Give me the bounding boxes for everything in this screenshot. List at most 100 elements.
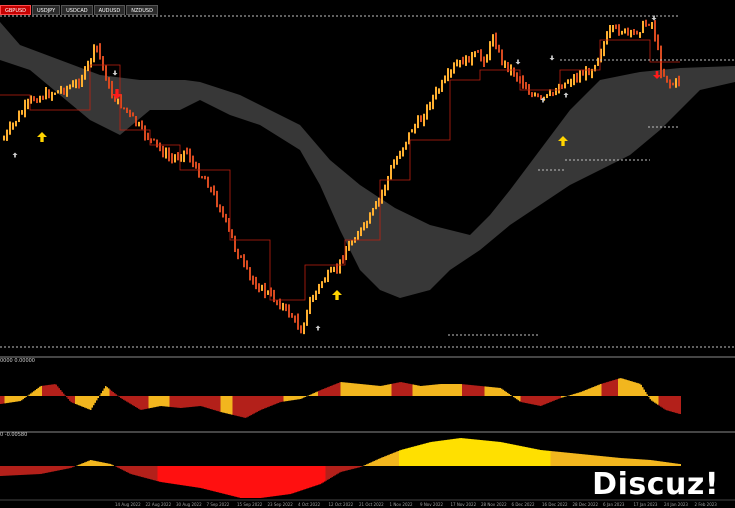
watermark-logo: Discuz! — [592, 467, 719, 502]
histogram-bar — [67, 466, 69, 469]
histogram-bar — [253, 466, 255, 498]
candle — [153, 138, 155, 141]
small-arrow-icon — [549, 55, 555, 61]
histogram-bar — [312, 466, 314, 487]
histogram-bar — [606, 456, 608, 466]
histogram-bar — [249, 396, 251, 416]
histogram-bar — [139, 396, 141, 410]
candle — [18, 110, 20, 123]
histogram-bar — [330, 466, 332, 478]
candle — [135, 115, 137, 127]
histogram-bar — [265, 466, 267, 498]
histogram-bar — [268, 396, 270, 407]
histogram-bar — [88, 460, 90, 466]
histogram-bar — [669, 396, 671, 412]
histogram-bar — [465, 438, 467, 466]
candle — [492, 34, 494, 47]
time-axis-tick: 9 Nov 2022 — [420, 502, 444, 507]
histogram-bar — [240, 396, 242, 417]
candle — [129, 109, 131, 118]
candle — [51, 91, 53, 101]
histogram-bar — [76, 396, 78, 405]
histogram-bar — [607, 456, 609, 466]
histogram-bar — [204, 466, 206, 489]
histogram-bar — [583, 390, 585, 396]
histogram-bar — [334, 384, 336, 396]
histogram-bar — [219, 396, 221, 412]
candle — [609, 24, 611, 39]
histogram-bar — [397, 382, 399, 396]
candle — [249, 267, 251, 281]
candle — [312, 294, 314, 303]
histogram-bar — [25, 466, 27, 475]
histogram-bar — [589, 388, 591, 396]
histogram-bar — [415, 385, 417, 396]
histogram-bar — [150, 396, 152, 408]
histogram-bar — [132, 396, 134, 406]
histogram-bar — [247, 396, 249, 417]
candle — [219, 204, 221, 213]
histogram-bar — [394, 383, 396, 396]
histogram-bar — [187, 396, 189, 408]
histogram-bar — [430, 441, 432, 466]
histogram-bar — [258, 466, 260, 498]
histogram-bar — [471, 385, 473, 396]
histogram-bar — [403, 382, 405, 396]
histogram-bar — [543, 396, 545, 405]
histogram-bar — [585, 390, 587, 396]
histogram-bar — [463, 384, 465, 396]
histogram-bar — [133, 466, 135, 475]
histogram-bar — [52, 384, 54, 396]
histogram-bar — [547, 450, 549, 466]
candle — [531, 92, 533, 98]
histogram-bar — [418, 445, 420, 466]
candle — [567, 79, 569, 84]
candle — [381, 189, 383, 204]
histogram-bar — [49, 466, 51, 473]
histogram-bar — [586, 389, 588, 396]
histogram-bar — [169, 466, 171, 484]
price-chart[interactable]: 14 Aug 2022 22 Aug 2022 30 Aug 2022 7 Sep 2… — [0, 0, 735, 508]
histogram-bar — [406, 383, 408, 396]
histogram-bar — [175, 466, 177, 485]
histogram-bar — [424, 443, 426, 466]
histogram-bar — [474, 439, 476, 466]
candle — [672, 82, 674, 86]
histogram-bar — [273, 466, 275, 497]
histogram-bar — [534, 448, 536, 466]
histogram-bar — [177, 396, 179, 408]
histogram-bar — [286, 466, 288, 495]
candle — [111, 80, 113, 99]
histogram-bar — [57, 386, 59, 396]
histogram-bar — [658, 396, 660, 406]
candle — [189, 148, 191, 163]
histogram-bar — [6, 466, 8, 476]
histogram-bar — [370, 462, 372, 466]
candle — [399, 150, 401, 159]
histogram-bar — [531, 396, 533, 405]
histogram-bar — [196, 396, 198, 407]
histogram-bar — [186, 396, 188, 408]
histogram-bar — [529, 396, 531, 404]
histogram-bar — [667, 462, 669, 466]
candle — [666, 75, 668, 83]
candle — [144, 125, 146, 141]
histogram-bar — [549, 450, 551, 466]
histogram-bar — [676, 463, 678, 466]
candle — [465, 55, 467, 66]
histogram-bar — [555, 451, 557, 466]
histogram-bar — [519, 396, 521, 402]
histogram-bar — [619, 378, 621, 396]
histogram-bar — [633, 458, 635, 466]
histogram-bar — [151, 396, 153, 408]
histogram-bar — [634, 458, 636, 466]
histogram-bar — [156, 466, 158, 481]
histogram-bar — [582, 454, 584, 466]
histogram-bar — [477, 385, 479, 396]
histogram-bar — [48, 466, 50, 473]
histogram-bar — [412, 446, 414, 466]
histogram-bar — [100, 462, 102, 466]
histogram-bar — [138, 466, 140, 477]
histogram-bar — [343, 466, 345, 472]
histogram-bar — [366, 464, 368, 466]
